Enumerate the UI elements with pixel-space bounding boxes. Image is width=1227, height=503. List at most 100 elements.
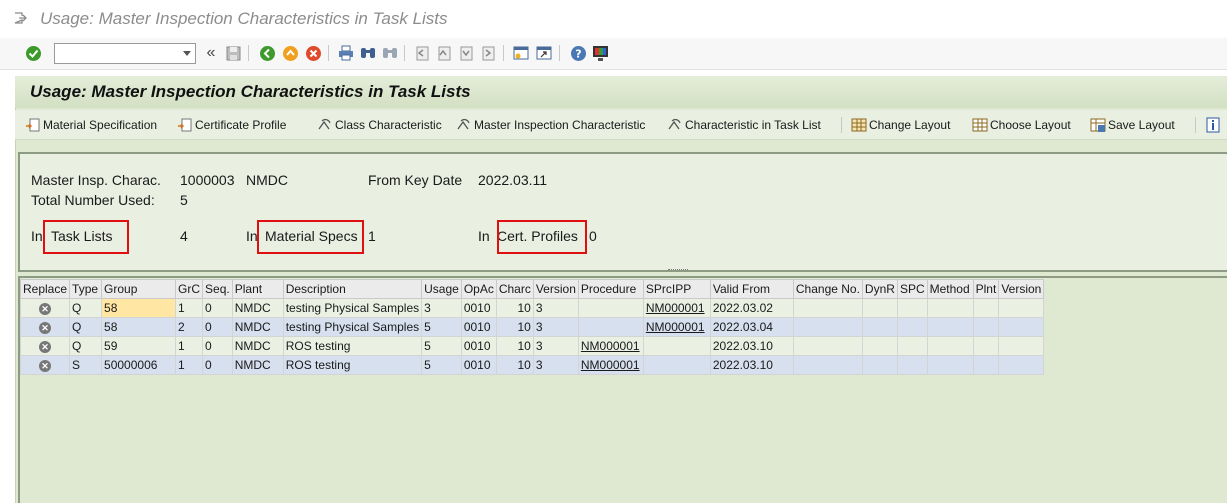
save-layout-button[interactable]: Save Layout <box>1090 116 1175 134</box>
group-cell[interactable]: 59 <box>101 336 177 356</box>
type-cell: Q <box>69 336 103 356</box>
procedure-cell[interactable] <box>577 298 644 318</box>
opac-cell: 0010 <box>460 298 497 318</box>
replace-cell[interactable]: ✕ <box>19 355 71 375</box>
col-header-plant[interactable]: Plant <box>231 279 284 299</box>
sprcipp-cell[interactable] <box>642 336 711 356</box>
table-row[interactable]: ✕ Q 58 1 0 NMDC testing Physical Samples… <box>19 298 1045 318</box>
col-header-plnt[interactable]: Plnt <box>972 279 1000 299</box>
class-characteristic-button[interactable]: Class Characteristic <box>317 116 442 134</box>
col-header-usage[interactable]: Usage <box>421 279 462 299</box>
layout-icon[interactable] <box>591 44 609 62</box>
characteristic-in-task-list-button[interactable]: Characteristic in Task List <box>667 116 821 134</box>
col-header-sprcipp[interactable]: SPrcIPP <box>642 279 711 299</box>
col-header-valid-from[interactable]: Valid From <box>709 279 794 299</box>
replace-cell[interactable]: ✕ <box>19 317 71 337</box>
material-specification-button[interactable]: Material Specification <box>25 116 157 134</box>
help-icon[interactable]: ? <box>569 44 587 62</box>
exit-session-icon[interactable] <box>281 44 299 62</box>
delete-icon[interactable]: ✕ <box>39 360 52 372</box>
plant-cell: NMDC <box>231 298 284 318</box>
plant-cell: NMDC <box>231 336 284 356</box>
characteristic-icon <box>318 118 331 130</box>
back-icon[interactable] <box>258 44 276 62</box>
col-header-spc[interactable]: SPC <box>896 279 928 299</box>
splitter-handle[interactable] <box>668 269 688 272</box>
header-panel <box>18 152 1227 272</box>
create-session-icon[interactable] <box>512 44 530 62</box>
delete-icon[interactable]: ✕ <box>39 322 52 334</box>
group-cell[interactable]: 58 <box>101 298 177 318</box>
col-header-seq[interactable]: Seq. <box>202 279 233 299</box>
col-header-group[interactable]: Group <box>101 279 177 299</box>
col-header-charc[interactable]: Charc <box>495 279 534 299</box>
col-header-version[interactable]: Version <box>532 279 579 299</box>
table-row[interactable]: ✕ Q 59 1 0 NMDC ROS testing 5 0010 10 3 … <box>19 336 1045 356</box>
group-cell[interactable]: 50000006 <box>101 355 177 375</box>
master-inspection-characteristic-button[interactable]: Master Inspection Characteristic <box>456 116 645 134</box>
previous-page-icon[interactable] <box>435 44 453 62</box>
sprcipp-cell[interactable]: NM000001 <box>642 298 711 318</box>
col-header-dynr[interactable]: DynR <box>861 279 898 299</box>
table-row[interactable]: ✕ S 50000006 1 0 NMDC ROS testing 5 0010… <box>19 355 1045 375</box>
sprcipp-cell[interactable] <box>642 355 711 375</box>
version-2-cell <box>998 317 1045 337</box>
col-header-opac[interactable]: OpAc <box>460 279 497 299</box>
col-header-grc[interactable]: GrC <box>175 279 204 299</box>
table-row[interactable]: ✕ Q 58 2 0 NMDC testing Physical Samples… <box>19 317 1045 337</box>
material-spec-icon <box>26 118 40 132</box>
first-page-icon[interactable] <box>413 44 431 62</box>
certificate-profile-button[interactable]: Certificate Profile <box>177 116 286 134</box>
window-title: Usage: Master Inspection Characteristics… <box>40 9 448 28</box>
dynr-cell <box>861 355 898 375</box>
cancel-icon[interactable] <box>304 44 322 62</box>
replace-cell[interactable]: ✕ <box>19 336 71 356</box>
procedure-cell[interactable]: NM000001 <box>577 336 644 356</box>
col-header-type[interactable]: Type <box>69 279 103 299</box>
col-header-replace[interactable]: Replace <box>19 279 71 299</box>
info-button[interactable] <box>1205 116 1223 134</box>
exit-icon[interactable] <box>13 11 27 25</box>
valid-from-cell: 2022.03.10 <box>709 336 794 356</box>
chevron-down-icon[interactable] <box>183 51 191 56</box>
procedure-cell[interactable] <box>577 317 644 337</box>
find-next-icon[interactable] <box>381 44 399 62</box>
back-nav-icon[interactable]: « <box>202 44 220 62</box>
choose-layout-button[interactable]: Choose Layout <box>972 116 1071 134</box>
valid-from-cell: 2022.03.02 <box>709 298 794 318</box>
delete-icon[interactable]: ✕ <box>39 303 52 315</box>
save-icon[interactable] <box>224 44 242 62</box>
group-cell[interactable]: 58 <box>101 317 177 337</box>
sprcipp-cell[interactable]: NM000001 <box>642 317 711 337</box>
find-icon[interactable] <box>359 44 377 62</box>
cert-profiles-count: 0 <box>589 228 597 244</box>
print-icon[interactable] <box>337 44 355 62</box>
col-header-method[interactable]: Method <box>926 279 974 299</box>
shortcut-icon[interactable] <box>535 44 553 62</box>
results-table: Replace Type Group GrC Seq. Plant Descri… <box>19 279 1045 375</box>
enter-icon[interactable] <box>24 44 42 62</box>
master-inspection-characteristic-label: Master Inspection Characteristic <box>474 118 646 132</box>
col-header-change-no[interactable]: Change No. <box>792 279 863 299</box>
charc-cell: 10 <box>495 317 534 337</box>
delete-icon[interactable]: ✕ <box>39 341 52 353</box>
procedure-cell[interactable]: NM000001 <box>577 355 644 375</box>
highlight-box-cert-profiles <box>497 220 587 254</box>
last-page-icon[interactable] <box>479 44 497 62</box>
type-cell: Q <box>69 317 103 337</box>
save-layout-label: Save Layout <box>1108 118 1175 132</box>
col-header-version-2[interactable]: Version <box>998 279 1045 299</box>
charc-cell: 10 <box>495 336 534 356</box>
change-layout-button[interactable]: Change Layout <box>851 116 950 134</box>
col-header-procedure[interactable]: Procedure <box>577 279 644 299</box>
seq-cell: 0 <box>202 336 233 356</box>
col-header-description[interactable]: Description <box>282 279 423 299</box>
replace-cell[interactable]: ✕ <box>19 298 71 318</box>
grc-cell: 1 <box>175 336 204 356</box>
key-date-value: 2022.03.11 <box>478 172 548 188</box>
next-page-icon[interactable] <box>457 44 475 62</box>
highlight-box-material-specs <box>257 220 364 254</box>
opac-cell: 0010 <box>460 317 497 337</box>
command-field[interactable] <box>54 43 196 64</box>
plnt-cell <box>972 317 1000 337</box>
